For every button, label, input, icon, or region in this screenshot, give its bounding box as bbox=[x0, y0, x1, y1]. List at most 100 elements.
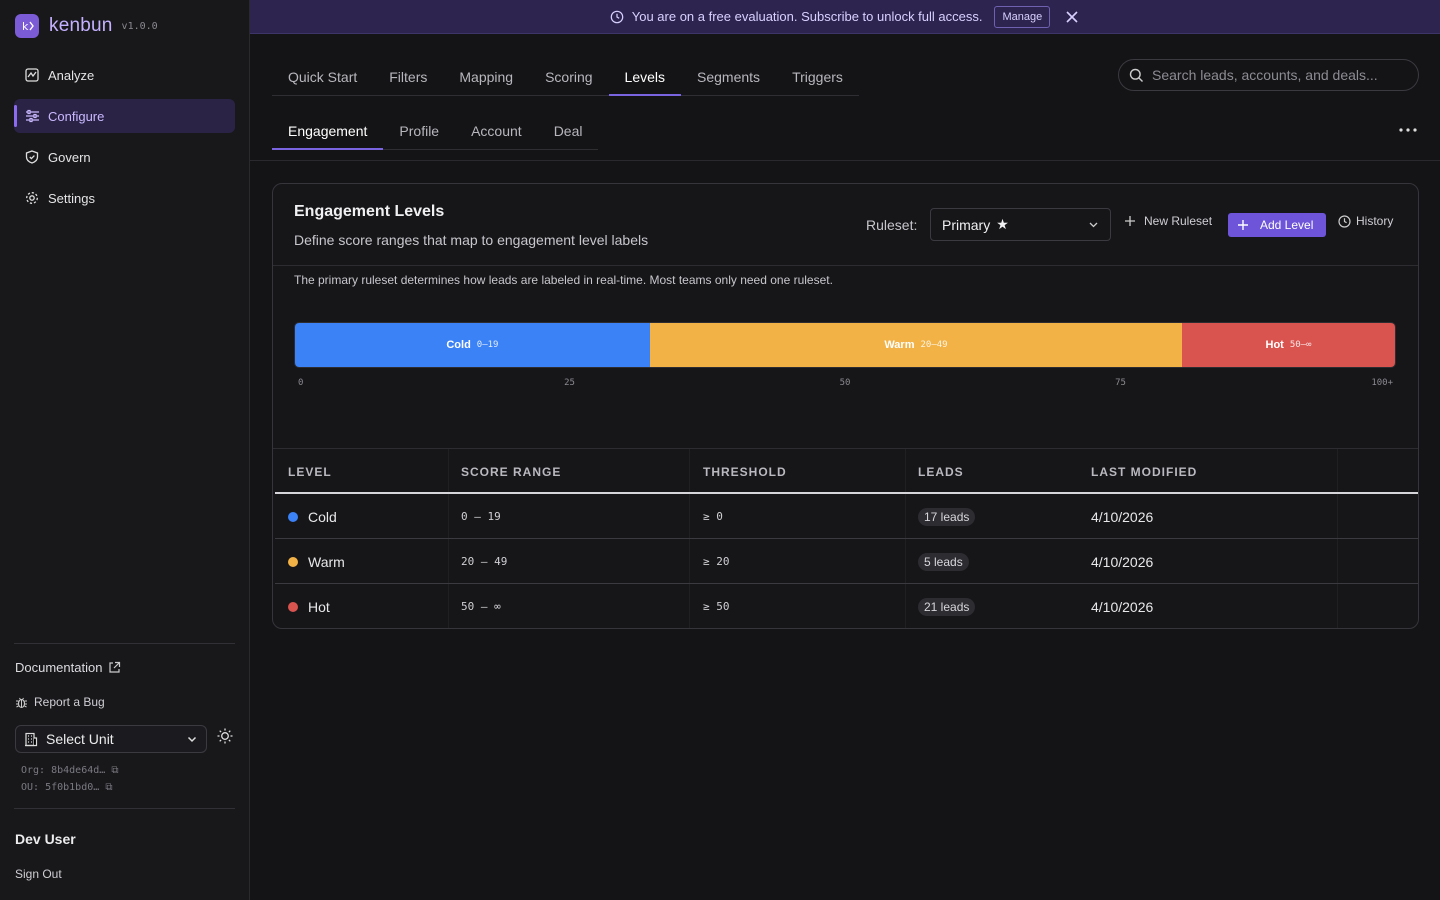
subtab-profile[interactable]: Profile bbox=[383, 112, 455, 149]
sidebar-divider bbox=[14, 808, 235, 809]
table-top-divider bbox=[273, 448, 1418, 449]
sidebar-item-label: Settings bbox=[48, 190, 95, 206]
level-segment-warm[interactable]: Warm 20–49 bbox=[649, 323, 1183, 367]
building-icon bbox=[24, 732, 38, 747]
table-row[interactable]: Cold 0 — 19 ≥ 0 17 leads 4/10/2026 bbox=[275, 494, 1418, 539]
svg-text:k: k bbox=[22, 20, 29, 33]
tab-levels[interactable]: Levels bbox=[608, 58, 682, 96]
level-segment-cold[interactable]: Cold 0–19 bbox=[295, 323, 650, 367]
plus-icon bbox=[1237, 219, 1249, 231]
tab-triggers[interactable]: Triggers bbox=[776, 58, 859, 95]
level-color-dot bbox=[288, 511, 298, 522]
sidebar-item-analyze[interactable]: Analyze bbox=[14, 58, 235, 92]
leads-count-badge[interactable]: 21 leads bbox=[918, 597, 976, 616]
header-divider bbox=[250, 160, 1440, 161]
table-row[interactable]: Warm 20 — 49 ≥ 20 5 leads 4/10/2026 bbox=[275, 539, 1418, 584]
table-row[interactable]: Hot 50 — ∞ ≥ 50 21 leads 4/10/2026 bbox=[275, 584, 1418, 628]
config-tabs: Quick Start Filters Mapping Scoring Leve… bbox=[272, 58, 859, 96]
subtab-engagement[interactable]: Engagement bbox=[272, 112, 384, 150]
new-ruleset-label: New Ruleset bbox=[1144, 214, 1213, 228]
last-modified-cell: 4/10/2026 bbox=[1091, 508, 1154, 525]
copy-icon[interactable]: ⧉ bbox=[105, 782, 112, 793]
user-name: Dev User bbox=[15, 831, 76, 847]
header-level[interactable]: LEVEL bbox=[288, 465, 332, 479]
search-input[interactable] bbox=[1152, 67, 1402, 83]
sliders-icon bbox=[24, 108, 40, 124]
header-score-range[interactable]: SCORE RANGE bbox=[461, 465, 561, 479]
segment-name: Hot bbox=[1265, 339, 1284, 351]
documentation-label: Documentation bbox=[15, 660, 103, 675]
clock-icon bbox=[1338, 214, 1351, 228]
star-icon: ★ bbox=[996, 216, 1009, 232]
scale-tick: 25 bbox=[564, 378, 575, 388]
segment-name: Warm bbox=[884, 339, 915, 351]
leads-count-badge[interactable]: 17 leads bbox=[918, 507, 976, 526]
sidebar-nav: Analyze Configure Govern Settings bbox=[14, 58, 235, 222]
tab-mapping[interactable]: Mapping bbox=[443, 58, 529, 95]
documentation-link[interactable]: Documentation bbox=[15, 660, 121, 675]
header-threshold[interactable]: THRESHOLD bbox=[703, 465, 787, 479]
add-level-button[interactable]: Add Level bbox=[1228, 213, 1326, 237]
leads-cell: 5 leads bbox=[918, 539, 969, 584]
chevron-down-icon bbox=[186, 733, 198, 745]
tab-scoring[interactable]: Scoring bbox=[529, 58, 608, 95]
history-label: History bbox=[1356, 214, 1394, 228]
subtab-account[interactable]: Account bbox=[455, 112, 538, 149]
level-name: Cold bbox=[308, 508, 337, 525]
theme-toggle-sun-icon[interactable] bbox=[214, 725, 236, 747]
threshold-cell: ≥ 20 bbox=[703, 555, 730, 568]
org-id-row: Org: 8b4de64d… ⧉ bbox=[21, 762, 118, 779]
unit-select[interactable]: Select Unit bbox=[15, 725, 207, 753]
header-last-modified[interactable]: LAST MODIFIED bbox=[1091, 465, 1197, 479]
close-icon[interactable] bbox=[1064, 9, 1080, 25]
sidebar-item-configure[interactable]: Configure bbox=[14, 99, 235, 133]
report-bug-label: Report a Bug bbox=[34, 695, 105, 709]
level-cell: Warm bbox=[288, 539, 345, 584]
new-ruleset-button[interactable]: New Ruleset bbox=[1124, 214, 1212, 228]
ou-id: OU: 5f0b1bd0… bbox=[21, 782, 100, 793]
chevron-down-icon bbox=[1088, 219, 1099, 230]
copy-icon[interactable]: ⧉ bbox=[111, 765, 118, 776]
tab-segments[interactable]: Segments bbox=[681, 58, 776, 95]
level-cell: Cold bbox=[288, 494, 337, 539]
segment-range: 50–∞ bbox=[1289, 340, 1312, 350]
card-subtitle: Define score ranges that map to engageme… bbox=[294, 232, 649, 248]
card-title: Engagement Levels bbox=[294, 203, 445, 220]
header-leads[interactable]: LEADS bbox=[918, 465, 964, 479]
clock-icon bbox=[610, 10, 624, 24]
level-segment-hot[interactable]: Hot 50–∞ bbox=[1182, 323, 1395, 367]
manage-button[interactable]: Manage bbox=[994, 5, 1051, 28]
gear-icon bbox=[24, 190, 40, 206]
tab-quick-start[interactable]: Quick Start bbox=[272, 58, 373, 95]
sign-out-link[interactable]: Sign Out bbox=[15, 867, 62, 881]
level-name: Warm bbox=[308, 553, 345, 570]
external-link-icon bbox=[108, 661, 121, 674]
brand[interactable]: k kenbun v1.0.0 bbox=[15, 14, 158, 38]
bug-icon bbox=[15, 696, 28, 709]
history-button[interactable]: History bbox=[1338, 214, 1393, 228]
level-color-dot bbox=[288, 556, 298, 567]
leads-cell: 21 leads bbox=[918, 584, 976, 628]
threshold-cell: ≥ 50 bbox=[703, 600, 730, 613]
search-box[interactable] bbox=[1118, 59, 1419, 91]
report-bug-link[interactable]: Report a Bug bbox=[15, 695, 105, 709]
ruleset-select[interactable]: Primary ★ bbox=[930, 208, 1111, 241]
card-divider bbox=[273, 265, 1418, 266]
level-subtabs: Engagement Profile Account Deal bbox=[272, 112, 599, 150]
level-name: Hot bbox=[308, 598, 330, 615]
scale-ticks: 0 25 50 75 100+ bbox=[294, 378, 1396, 390]
shield-icon bbox=[24, 149, 40, 165]
ou-id-row: OU: 5f0b1bd0… ⧉ bbox=[21, 779, 118, 796]
sidebar-item-settings[interactable]: Settings bbox=[14, 181, 235, 215]
threshold-cell: ≥ 0 bbox=[703, 510, 723, 523]
sidebar-item-label: Configure bbox=[48, 108, 105, 124]
scale-tick: 100+ bbox=[1371, 378, 1393, 388]
leads-count-badge[interactable]: 5 leads bbox=[918, 552, 969, 571]
more-options-icon[interactable] bbox=[1398, 120, 1418, 140]
add-level-label: Add Level bbox=[1260, 218, 1314, 232]
tab-filters[interactable]: Filters bbox=[373, 58, 443, 95]
scale-tick: 75 bbox=[1115, 378, 1126, 388]
subtab-deal[interactable]: Deal bbox=[538, 112, 599, 149]
sidebar-item-govern[interactable]: Govern bbox=[14, 140, 235, 174]
sidebar-item-label: Analyze bbox=[48, 67, 95, 83]
